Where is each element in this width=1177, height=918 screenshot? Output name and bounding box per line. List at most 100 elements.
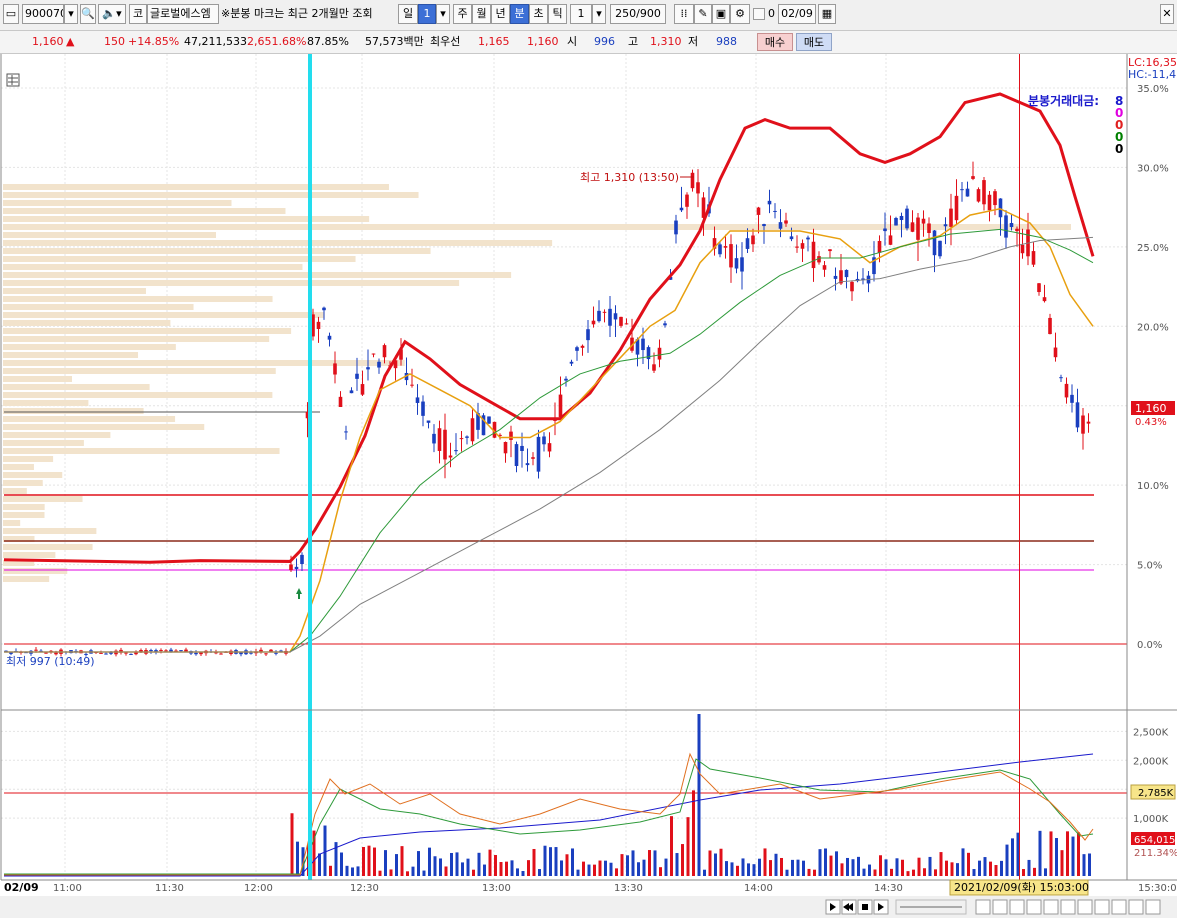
date-input[interactable]: 02/09 [778,4,816,24]
bars-tool-icon[interactable]: ⁞⁞ [674,4,694,24]
bottom-tool-icons [975,899,1161,915]
candle-body [965,188,970,197]
volume-profile-bar [3,424,205,430]
volume-bar [527,860,530,876]
period-year-button[interactable]: 년 [491,4,510,24]
period-week-button[interactable]: 주 [453,4,472,24]
volume-bar [395,854,398,876]
period-month-button[interactable]: 월 [472,4,491,24]
checkbox[interactable] [753,8,765,20]
gear-icon[interactable]: ⚙ [730,4,750,24]
candle-body [795,246,799,248]
period-dropdown-icon[interactable]: ▾ [436,4,450,24]
table-view-icon[interactable] [6,73,20,87]
volume-bar [1022,869,1025,876]
volume-bar [972,869,976,876]
time-axis-label: 14:30 [874,883,903,894]
volume-profile-bar [3,272,512,278]
period-minute-button[interactable]: 분 [510,4,529,24]
volume-bar [758,858,761,876]
candle-body [1020,244,1025,254]
volume-profile-bar [3,288,146,294]
stock-code-input[interactable]: 900070 [22,4,64,24]
volume-bar [840,863,844,876]
calendar-icon[interactable]: ▦ [818,4,836,24]
volume-bar [648,850,651,876]
volume-bar [1011,838,1014,876]
draw-tool-icon[interactable]: ✎ [694,4,712,24]
candle-body [921,218,926,224]
volume-bar [417,851,420,876]
candle-body [525,463,530,466]
volume-bar [549,847,552,876]
save-icon[interactable]: ▣ [712,4,730,24]
volume-bar [692,790,695,876]
period-day-button[interactable]: 일 [398,4,418,24]
candle-body [850,281,854,292]
stock-name[interactable]: 글로벌에스엠 [147,4,219,24]
indicator-title: 분봉거래대금: [1028,93,1099,108]
period-count-input[interactable]: 1 [418,4,436,24]
volume-tag: 2,785K [1138,788,1174,799]
volume-bar [439,858,442,876]
volume-profile-bar [3,520,21,526]
count-input[interactable]: 250/900 [610,4,666,24]
volume-bar [389,869,393,876]
candle-body [905,208,909,229]
high-label: 고 [628,35,639,48]
search-icon[interactable]: 🔍 [80,4,96,24]
period-second-button[interactable]: 초 [529,4,548,24]
candle-body [179,650,183,652]
candle-body [249,652,253,654]
candle-body [822,265,827,270]
volume-bar [978,860,981,876]
window-menu-icon[interactable]: ▭ [3,4,19,24]
candle-body [300,554,304,565]
volume-bar [565,854,569,876]
interval-dropdown-icon[interactable]: ▾ [592,4,606,24]
candle-body [159,649,163,651]
toolbar: ▭ 900070 ▾ 🔍 🔈▾ 코 글로벌에스엠 ※분봉 마크는 최근 2개월만… [0,0,1177,31]
time-axis-label: 12:30 [350,883,379,894]
checkbox-label: 0 [768,7,775,20]
buy-button[interactable]: 매수 [757,33,793,51]
chart-notice: ※분봉 마크는 최근 2개월만 조회 [221,7,373,20]
volume-bar [857,856,860,876]
volume-bar [1000,860,1003,876]
candle-body [104,653,108,655]
candle-body [954,195,959,221]
candle-body [149,650,153,652]
candle-body [806,237,810,240]
candle-body [899,215,904,221]
period-tick-button[interactable]: 틱 [548,4,567,24]
chart-area[interactable]: 최고 1,310 (13:50) 최저 997 (10:49) LC:16,35… [0,54,1177,918]
volume-bar [400,846,404,876]
candle-body [1070,394,1074,403]
candle-body [542,436,546,445]
volume-bar [1049,831,1053,876]
volume-bar [829,855,833,876]
candle-body [1053,347,1058,358]
candle-body [558,394,563,418]
volume-bar [697,714,701,876]
interval-input[interactable]: 1 [570,4,592,24]
candle-body [1031,251,1036,265]
code-dropdown-icon[interactable]: ▾ [64,4,78,24]
volume-bar [1044,868,1047,876]
volume-bar [505,861,508,876]
candle-body [624,323,629,325]
candle-body [355,373,359,379]
volume-bar [939,852,943,876]
volume-axis-label: 2,500K [1133,727,1169,738]
time-axis-label: 12:00 [244,883,273,894]
close-icon[interactable]: ✕ [1160,4,1174,24]
volume-bar [686,817,690,876]
volume-profile-bar [3,400,89,406]
speaker-icon[interactable]: 🔈▾ [98,4,126,24]
volume-bar [681,844,684,876]
sell-button[interactable]: 매도 [796,33,832,51]
volume-profile-bar [3,248,431,254]
volume-axis-label: 2,000K [1133,756,1169,767]
price-axis-label: 35.0% [1137,84,1169,95]
candle-body [657,347,662,360]
